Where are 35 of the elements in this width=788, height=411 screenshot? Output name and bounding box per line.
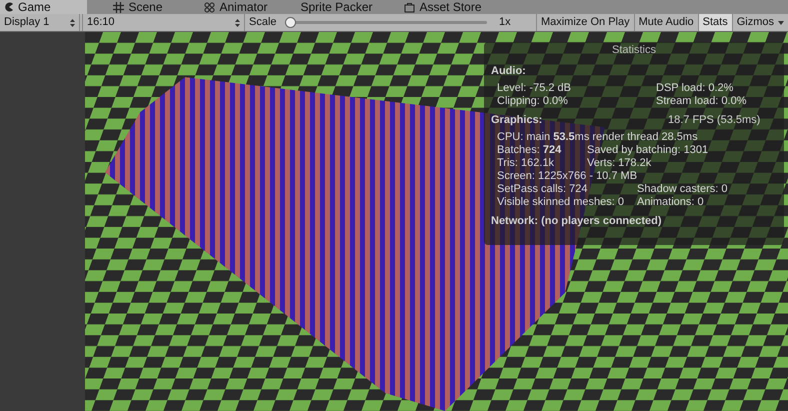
grid-icon — [113, 2, 124, 12]
section-heading: Audio: — [491, 65, 526, 78]
updown-arrows-icon — [235, 18, 240, 26]
scale-value: 1x — [498, 15, 512, 30]
slider-thumb[interactable] — [284, 17, 296, 28]
stat-text: Stream load: 0.0% — [656, 95, 746, 108]
stat-text: Visible skinned meshes: 0 — [497, 196, 625, 209]
stat-text: Level: -75.2 dB — [497, 82, 572, 95]
toolbar-toggle[interactable]: Stats — [698, 14, 732, 31]
stat-text: Shadow casters: 0 — [637, 183, 728, 196]
toolbar-toggle[interactable]: Maximize On Play — [536, 14, 634, 31]
stat-text: Saved by batching: 1301 — [587, 144, 708, 157]
stat-text: SetPass calls: 724 — [497, 183, 588, 196]
caret-icon — [778, 20, 784, 24]
pacman-icon — [4, 2, 14, 12]
bag-icon — [404, 2, 416, 12]
stat-text: Clipping: 0.0% — [497, 95, 569, 108]
gizmos-dropdown[interactable]: Gizmos — [732, 14, 788, 31]
scale-label: Scale — [249, 15, 277, 30]
stat-text: Batches: 724 — [497, 144, 562, 157]
updown-arrows-icon — [70, 18, 75, 26]
section-heading: Graphics: — [491, 114, 544, 127]
stat-text: Tris: 162.1k — [497, 157, 556, 170]
aspect-dropdown[interactable]: 16:10 — [82, 14, 245, 31]
section-heading: Network: (no players connected) — [491, 215, 662, 228]
display-dropdown[interactable]: Display 1 — [0, 14, 80, 31]
tab[interactable]: Game — [0, 0, 87, 14]
stat-text: Animations: 0 — [637, 196, 704, 209]
stat-text: Verts: 178.2k — [587, 157, 652, 170]
stat-text: CPU: main 53.5ms render thread 28.5ms — [497, 131, 698, 144]
stat-text: DSP load: 0.2% — [656, 82, 734, 95]
panel-title: Statistics — [610, 43, 657, 58]
stat-text: Screen: 1225x766 - 10.7 MB — [497, 170, 638, 183]
nodes-icon — [204, 2, 216, 12]
fps-reading: 18.7 FPS (53.5ms) — [668, 114, 760, 127]
